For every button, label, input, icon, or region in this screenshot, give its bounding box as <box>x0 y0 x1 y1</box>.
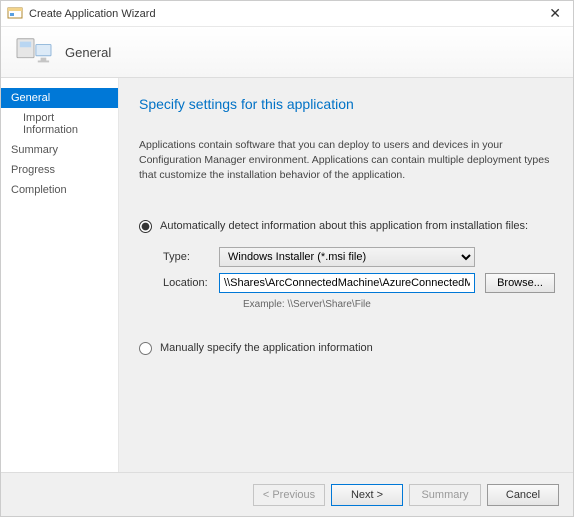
content-description: Applications contain software that you c… <box>139 138 555 184</box>
next-button[interactable]: Next > <box>331 484 403 506</box>
option-auto-row: Automatically detect information about t… <box>139 220 555 233</box>
body: General Import Information Summary Progr… <box>1 78 573 472</box>
sidebar-item-import-information[interactable]: Import Information <box>1 108 118 140</box>
summary-button: Summary <box>409 484 481 506</box>
option-manual-row: Manually specify the application informa… <box>139 342 555 355</box>
radio-auto-detect[interactable] <box>139 220 152 233</box>
location-input[interactable] <box>219 273 475 293</box>
type-select[interactable]: Windows Installer (*.msi file) <box>219 247 475 267</box>
sidebar-item-general[interactable]: General <box>1 88 118 108</box>
page-title: General <box>65 45 111 60</box>
sidebar: General Import Information Summary Progr… <box>1 78 119 472</box>
form-grid: Type: Windows Installer (*.msi file) Loc… <box>163 247 555 310</box>
type-label: Type: <box>163 251 219 263</box>
content: Specify settings for this application Ap… <box>119 78 573 472</box>
sidebar-item-progress[interactable]: Progress <box>1 160 118 180</box>
option-manual-label: Manually specify the application informa… <box>160 342 373 354</box>
sidebar-item-summary[interactable]: Summary <box>1 140 118 160</box>
content-heading: Specify settings for this application <box>139 96 555 112</box>
header: General <box>1 27 573 78</box>
wizard-window: Create Application Wizard ✕ General Gene… <box>0 0 574 517</box>
example-text: Example: \\Server\Share\File <box>243 299 555 310</box>
radio-manual[interactable] <box>139 342 152 355</box>
titlebar: Create Application Wizard ✕ <box>1 1 573 27</box>
browse-button[interactable]: Browse... <box>485 273 555 293</box>
option-auto-label: Automatically detect information about t… <box>160 220 528 232</box>
previous-button: < Previous <box>253 484 325 506</box>
location-label: Location: <box>163 277 219 289</box>
window-title: Create Application Wizard <box>29 8 543 20</box>
computer-icon <box>15 35 53 69</box>
cancel-button[interactable]: Cancel <box>487 484 559 506</box>
sidebar-item-completion[interactable]: Completion <box>1 180 118 200</box>
app-icon <box>7 6 23 22</box>
footer: < Previous Next > Summary Cancel <box>1 472 573 516</box>
close-icon[interactable]: ✕ <box>543 5 567 22</box>
